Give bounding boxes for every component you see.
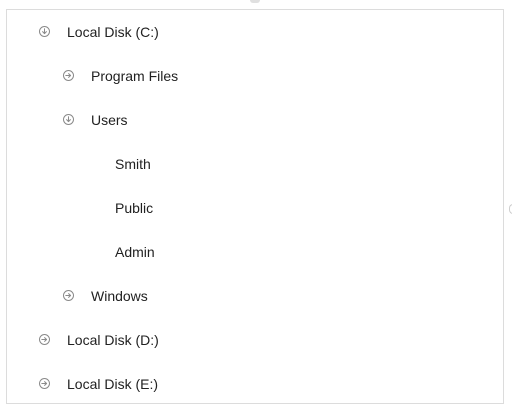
top-edge-fragment — [250, 0, 260, 3]
expanded-circle-icon[interactable] — [63, 114, 74, 125]
treeview-list: Local Disk (C:) Program Files Users Smit… — [7, 10, 503, 406]
collapsed-circle-icon[interactable] — [39, 378, 50, 389]
tree-node-label: Public — [115, 200, 154, 216]
tree-node-users[interactable]: Users — [7, 98, 503, 142]
tree-node-label: Local Disk (C:) — [67, 24, 159, 40]
tree-node-local-disk-e[interactable]: Local Disk (E:) — [7, 362, 503, 406]
expanded-circle-icon[interactable] — [39, 26, 50, 37]
collapsed-circle-icon[interactable] — [63, 290, 74, 301]
treeview-panel: Local Disk (C:) Program Files Users Smit… — [6, 9, 504, 404]
tree-node-smith[interactable]: Smith — [7, 142, 503, 186]
tree-node-label: Users — [91, 112, 128, 128]
tree-node-label: Windows — [91, 288, 148, 304]
collapsed-circle-icon[interactable] — [39, 334, 50, 345]
collapsed-circle-icon[interactable] — [63, 70, 74, 81]
tree-node-label: Smith — [115, 156, 151, 172]
tree-node-program-files[interactable]: Program Files — [7, 54, 503, 98]
tree-node-label: Local Disk (E:) — [67, 376, 159, 392]
tree-node-label: Program Files — [91, 68, 179, 84]
tree-node-windows[interactable]: Windows — [7, 274, 503, 318]
tree-node-local-disk-c[interactable]: Local Disk (C:) — [7, 10, 503, 54]
tree-node-label: Admin — [115, 244, 155, 260]
tree-node-public[interactable]: Public — [7, 186, 503, 230]
tree-node-local-disk-d[interactable]: Local Disk (D:) — [7, 318, 503, 362]
tree-node-admin[interactable]: Admin — [7, 230, 503, 274]
tree-node-label: Local Disk (D:) — [67, 332, 159, 348]
